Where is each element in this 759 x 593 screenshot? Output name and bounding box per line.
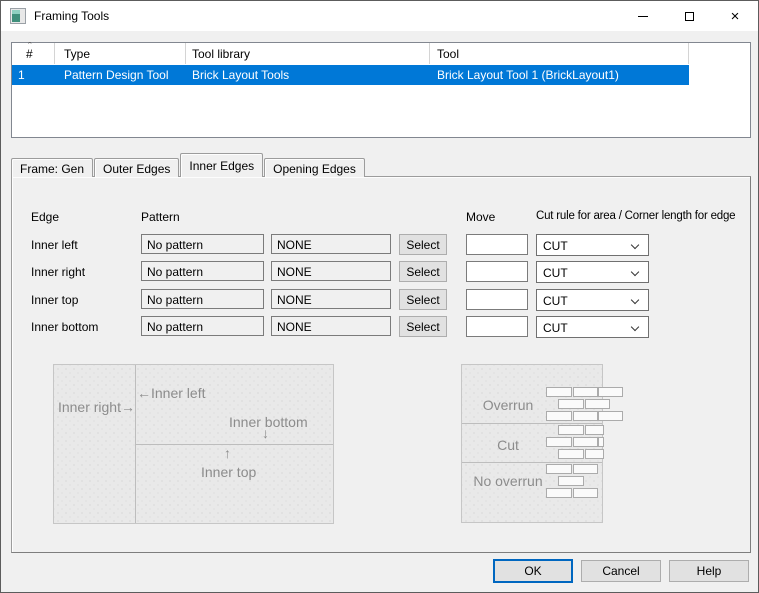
chevron-down-icon — [631, 241, 639, 249]
overrun-diagram: Overrun Cut No overrun — [461, 364, 603, 523]
diagram-divider — [135, 444, 333, 445]
header-move: Move — [466, 210, 495, 224]
tab-strip: Frame: Gen Outer Edges Inner Edges Openi… — [11, 153, 366, 177]
pattern-library-field: NONE — [271, 261, 391, 281]
column-separator — [185, 43, 186, 64]
chevron-down-icon — [631, 268, 639, 276]
close-button[interactable]: × — [712, 1, 758, 31]
maximize-icon — [685, 12, 694, 21]
move-input[interactable] — [466, 289, 528, 310]
move-input[interactable] — [466, 261, 528, 282]
cut-rule-value: CUT — [543, 239, 568, 253]
pattern-library-field: NONE — [271, 316, 391, 336]
cut-rule-dropdown[interactable]: CUT — [536, 289, 649, 311]
cut-rule-dropdown[interactable]: CUT — [536, 234, 649, 256]
tab-inner-edges[interactable]: Inner Edges — [180, 153, 263, 177]
select-pattern-button[interactable]: Select — [399, 261, 447, 282]
tab-opening-edges[interactable]: Opening Edges — [264, 158, 365, 177]
row-inner-right: Inner right No pattern NONE Select CUT — [1, 261, 759, 284]
edge-label: Inner right — [31, 265, 85, 279]
header-pattern: Pattern — [141, 210, 180, 224]
row-inner-left: Inner left No pattern NONE Select CUT — [1, 234, 759, 257]
frame-edges-diagram: Inner right→ ←Inner left Inner bottom ↓ … — [53, 364, 334, 524]
cell-num: 1 — [18, 68, 25, 82]
window-title: Framing Tools — [34, 9, 109, 23]
pattern-name-field: No pattern — [141, 261, 264, 281]
move-input[interactable] — [466, 234, 528, 255]
label-inner-top: Inner top — [201, 464, 256, 480]
select-pattern-button[interactable]: Select — [399, 316, 447, 337]
tool-list: ˆ # Type Tool library Tool 1 Pattern Des… — [11, 42, 751, 138]
diagram-divider — [462, 423, 602, 424]
column-header-tool[interactable]: Tool — [437, 43, 459, 64]
minimize-button[interactable] — [620, 1, 666, 31]
label-cut: Cut — [462, 437, 554, 453]
table-row[interactable]: 1 Pattern Design Tool Brick Layout Tools… — [12, 65, 689, 85]
column-header-num[interactable]: # — [26, 43, 33, 64]
column-header-type[interactable]: Type — [64, 43, 90, 64]
edge-label: Inner bottom — [31, 320, 98, 334]
column-separator — [429, 43, 430, 64]
pattern-name-field: No pattern — [141, 289, 264, 309]
minimize-icon — [638, 16, 648, 17]
chevron-down-icon — [631, 296, 639, 304]
column-separator — [688, 43, 689, 64]
edge-label: Inner left — [31, 238, 78, 252]
pattern-library-field: NONE — [271, 289, 391, 309]
cell-tool: Brick Layout Tool 1 (BrickLayout1) — [437, 68, 619, 82]
move-input[interactable] — [466, 316, 528, 337]
tab-frame-gen[interactable]: Frame: Gen — [11, 158, 93, 177]
header-cut-rule: Cut rule for area / Corner length for ed… — [536, 210, 735, 222]
close-icon: × — [731, 9, 740, 24]
select-pattern-button[interactable]: Select — [399, 289, 447, 310]
framing-tools-dialog: Framing Tools × ˆ # Type Tool library To… — [0, 0, 759, 593]
edge-label: Inner top — [31, 293, 78, 307]
column-header-tool-library[interactable]: Tool library — [192, 43, 250, 64]
header-edge: Edge — [31, 210, 59, 224]
cell-tool-library: Brick Layout Tools — [192, 68, 289, 82]
arrow-up-icon: ↑ — [224, 445, 231, 461]
row-inner-bottom: Inner bottom No pattern NONE Select CUT — [1, 316, 759, 339]
cut-rule-dropdown[interactable]: CUT — [536, 261, 649, 283]
chevron-down-icon — [631, 323, 639, 331]
pattern-name-field: No pattern — [141, 316, 264, 336]
cut-rule-value: CUT — [543, 266, 568, 280]
maximize-button[interactable] — [666, 1, 712, 31]
diagram-divider — [462, 462, 602, 463]
label-inner-right: Inner right→ — [54, 399, 135, 415]
pattern-name-field: No pattern — [141, 234, 264, 254]
app-icon — [10, 8, 26, 24]
ok-button[interactable]: OK — [493, 559, 573, 583]
arrow-down-icon: ↓ — [262, 425, 269, 441]
row-inner-top: Inner top No pattern NONE Select CUT — [1, 289, 759, 312]
title-bar[interactable]: Framing Tools × — [1, 1, 758, 31]
help-button[interactable]: Help — [669, 560, 749, 582]
label-inner-left: ←Inner left — [137, 385, 205, 401]
cancel-button[interactable]: Cancel — [581, 560, 661, 582]
label-no-overrun: No overrun — [462, 473, 554, 489]
column-separator — [54, 43, 55, 64]
cell-type: Pattern Design Tool — [64, 68, 169, 82]
pattern-library-field: NONE — [271, 234, 391, 254]
cut-rule-dropdown[interactable]: CUT — [536, 316, 649, 338]
cut-rule-value: CUT — [543, 321, 568, 335]
tab-outer-edges[interactable]: Outer Edges — [94, 158, 179, 177]
label-overrun: Overrun — [462, 397, 554, 413]
cut-rule-value: CUT — [543, 294, 568, 308]
select-pattern-button[interactable]: Select — [399, 234, 447, 255]
